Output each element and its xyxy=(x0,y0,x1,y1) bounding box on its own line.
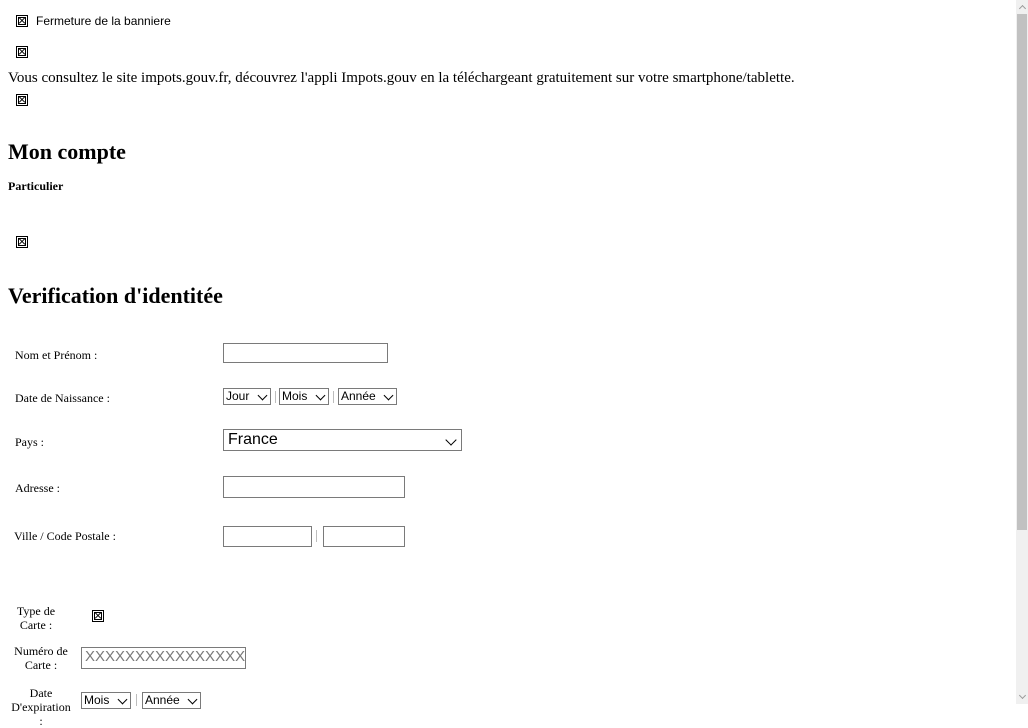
country-value: France xyxy=(228,431,278,448)
dob-month-select[interactable]: Mois xyxy=(279,388,329,405)
country-label: Pays : xyxy=(15,435,45,449)
expiry-year-value: Année xyxy=(145,693,180,707)
expiry-label: Date D'expiration : xyxy=(11,686,71,728)
scroll-up-icon[interactable] xyxy=(1018,3,1026,11)
chevron-down-icon xyxy=(117,694,128,705)
app-image-icon xyxy=(16,94,28,106)
chevron-down-icon xyxy=(315,390,326,401)
city-input[interactable] xyxy=(223,526,312,547)
city-postal-separator xyxy=(316,530,317,542)
card-number-label: Numéro de Carte : xyxy=(14,644,68,672)
address-label: Adresse : xyxy=(15,481,60,495)
card-type-image-icon xyxy=(92,610,104,622)
city-label: Ville / Code Postale : xyxy=(14,529,116,543)
dob-day-select[interactable]: Jour xyxy=(223,388,271,405)
expiry-year-select[interactable]: Année xyxy=(142,692,201,709)
chevron-down-icon xyxy=(257,390,268,401)
section-image-icon xyxy=(16,236,28,248)
scroll-thumb[interactable] xyxy=(1017,14,1027,530)
dob-separator xyxy=(333,391,334,403)
address-input[interactable] xyxy=(223,476,405,498)
expiry-month-select[interactable]: Mois xyxy=(81,692,131,709)
chevron-down-icon xyxy=(187,694,198,705)
broken-image-icon xyxy=(16,46,28,58)
country-select[interactable]: France xyxy=(223,429,462,451)
dob-year-value: Année xyxy=(341,389,376,403)
dob-label: Date de Naissance : xyxy=(15,391,110,405)
scroll-down-icon[interactable] xyxy=(1018,693,1026,701)
postal-code-input[interactable] xyxy=(323,526,405,547)
page-title: Mon compte xyxy=(8,139,126,164)
banner-close-icon[interactable] xyxy=(16,15,28,27)
card-number-input[interactable]: XXXXXXXXXXXXXXXX xyxy=(81,647,246,669)
banner-close-label[interactable]: Fermeture de la banniere xyxy=(36,14,171,28)
name-label: Nom et Prénom : xyxy=(15,348,98,362)
expiry-month-value: Mois xyxy=(84,693,110,707)
chevron-down-icon xyxy=(445,434,457,446)
vertical-scrollbar[interactable] xyxy=(1016,0,1028,704)
dob-month-value: Mois xyxy=(282,389,308,403)
card-type-label: Type de Carte : xyxy=(16,604,56,632)
dob-separator xyxy=(275,391,276,403)
expiry-separator xyxy=(136,694,137,706)
page-subtitle: Particulier xyxy=(8,179,64,193)
form-title: Verification d'identitée xyxy=(8,283,223,308)
name-input[interactable] xyxy=(223,343,388,363)
dob-day-value: Jour xyxy=(226,389,250,403)
dob-year-select[interactable]: Année xyxy=(338,388,397,405)
chevron-down-icon xyxy=(383,390,394,401)
banner-message: Vous consultez le site impots.gouv.fr, d… xyxy=(8,70,795,86)
